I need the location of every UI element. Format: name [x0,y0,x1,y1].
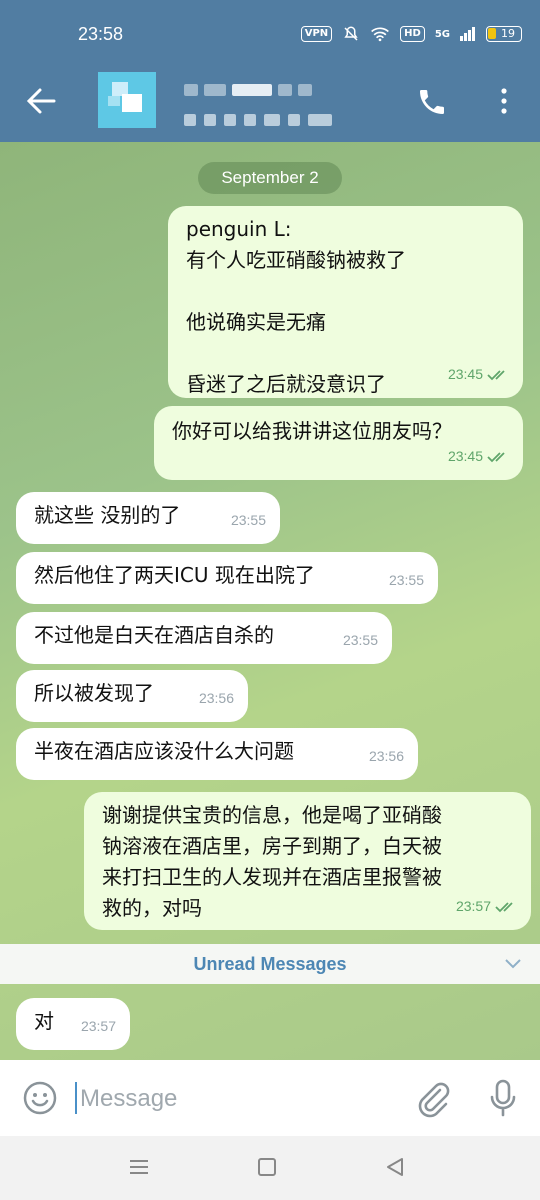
double-check-icon [487,369,505,380]
message-text: 就这些 没别的了 [34,503,181,527]
message-bubble-in[interactable]: 然后他住了两天ICU 现在出院了 23:55 [16,552,438,604]
home-icon[interactable] [258,1158,276,1176]
more-vertical-icon[interactable] [494,86,514,116]
message-meta: 23:55 [388,572,424,588]
message-meta: 23:45 [448,441,509,472]
double-check-icon [487,451,505,462]
contact-status-blurred [184,114,332,126]
avatar[interactable] [98,72,156,128]
message-bubble-in[interactable]: 不过他是白天在酒店自杀的 23:55 [16,612,392,664]
hd-icon: HD [400,26,425,42]
message-meta: 23:55 [342,632,378,648]
message-meta: 23:57 [80,1018,116,1034]
message-text: 谢谢提供宝贵的信息，他是喝了亚硝酸 钠溶液在酒店里，房子到期了，白天被 来打扫卫… [102,803,442,920]
wifi-icon [371,27,390,42]
mute-icon [344,26,358,41]
message-meta: 23:56 [198,690,234,706]
message-meta: 23:57 [456,891,517,922]
chevron-down-icon[interactable] [504,956,522,970]
paperclip-icon[interactable] [414,1078,450,1118]
top-bar: 23:58 VPN HD 5G 19 [0,0,540,142]
recents-icon[interactable] [128,1158,150,1176]
message-meta: 23:45 [448,359,509,390]
message-bubble-out[interactable]: 谢谢提供宝贵的信息，他是喝了亚硝酸 钠溶液在酒店里，房子到期了，白天被 来打扫卫… [84,792,531,930]
message-bubble-out[interactable]: penguin L: 有个人吃亚硝酸钠被救了 他说确实是无痛 昏迷了之后就没意识… [168,206,523,398]
message-text: 然后他住了两天ICU 现在出院了 [34,563,315,587]
status-bar: 23:58 VPN HD 5G 19 [0,0,540,72]
double-check-icon [495,901,513,912]
arrow-left-icon[interactable] [24,86,58,116]
text-cursor [75,1082,77,1114]
message-input[interactable]: Message [80,1085,177,1113]
unread-messages-divider: Unread Messages [0,944,540,984]
message-text: 不过他是白天在酒店自杀的 [34,623,274,647]
system-nav-bar [0,1136,540,1200]
message-bubble-in[interactable]: 所以被发现了 23:56 [16,670,248,722]
emoji-icon[interactable] [22,1080,58,1116]
status-icons: VPN HD 5G 19 [300,25,522,43]
battery-icon: 19 [486,26,522,42]
back-triangle-icon[interactable] [384,1156,406,1178]
network-label: 5G [434,28,450,40]
chat-header [0,72,540,142]
message-bubble-out[interactable]: 你好可以给我讲讲这位朋友吗？ 23:45 [154,406,523,480]
message-input-bar: Message [0,1060,540,1136]
date-badge: September 2 [198,162,342,194]
message-meta: 23:55 [230,512,266,528]
vpn-icon: VPN [300,26,333,42]
microphone-icon[interactable] [488,1078,518,1118]
message-bubble-in[interactable]: 就这些 没别的了 23:55 [16,492,280,544]
phone-icon[interactable] [416,86,448,118]
message-bubble-in[interactable]: 对 23:57 [16,998,130,1050]
message-bubble-in[interactable]: 半夜在酒店应该没什么大问题 23:56 [16,728,418,780]
message-text: 半夜在酒店应该没什么大问题 [34,739,294,763]
signal-icon [460,27,475,41]
unread-label: Unread Messages [193,954,347,974]
chat-area[interactable]: September 2 penguin L: 有个人吃亚硝酸钠被救了 他说确实是… [0,142,540,1060]
status-time: 23:58 [78,24,124,44]
contact-name-blurred[interactable] [184,84,312,96]
message-meta: 23:56 [368,748,404,764]
